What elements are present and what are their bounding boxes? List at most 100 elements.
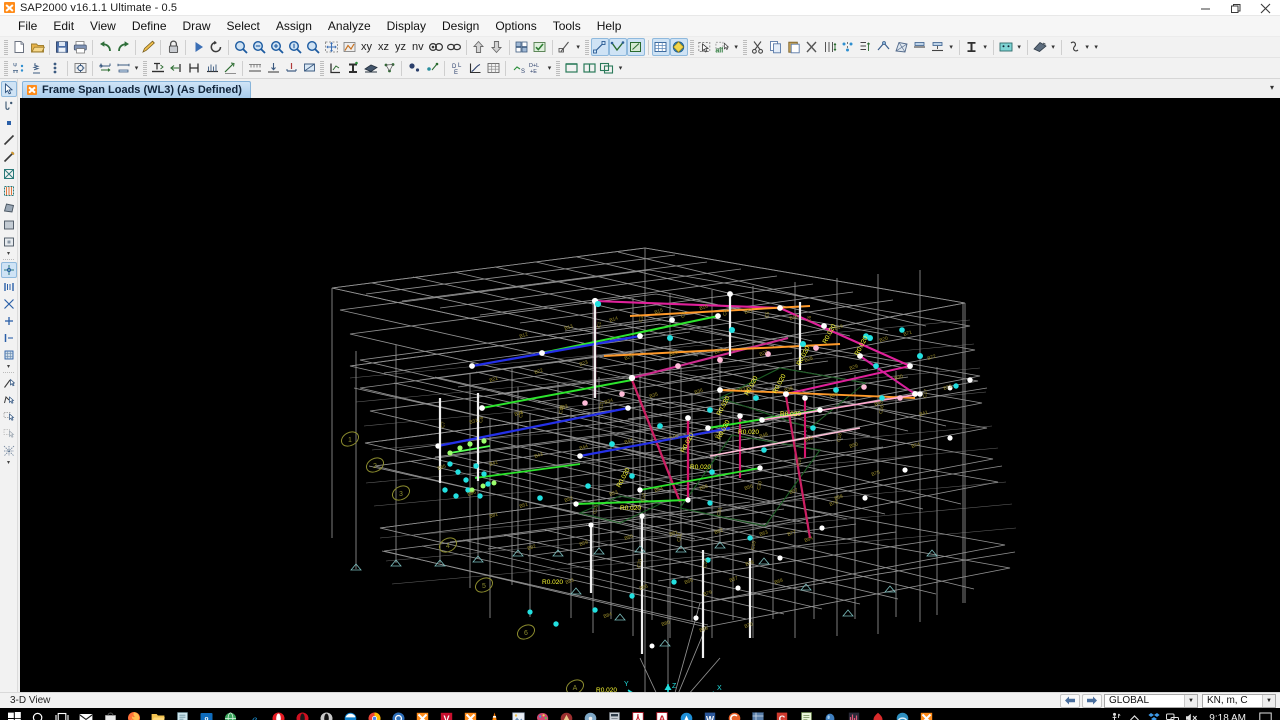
assign-frame-insertion-icon[interactable] xyxy=(167,59,185,77)
sap2000-running-icon[interactable] xyxy=(914,708,938,720)
previous-zoom-icon[interactable] xyxy=(268,38,286,56)
get-previous-selection-icon[interactable] xyxy=(1,443,17,459)
opera-gx-icon[interactable] xyxy=(290,708,314,720)
edge-icon[interactable] xyxy=(338,708,362,720)
menu-analyze[interactable]: Analyze xyxy=(320,17,379,36)
menu-file[interactable]: File xyxy=(10,17,45,36)
paste-icon[interactable] xyxy=(785,38,803,56)
select-all-icon[interactable]: all xyxy=(714,38,732,56)
mdi-restore-caret-icon[interactable]: ▾ xyxy=(1270,83,1274,92)
assign-frame-release-icon[interactable] xyxy=(96,59,114,77)
material-dropdown-caret-icon[interactable]: ▾ xyxy=(1049,38,1058,56)
coordinate-system-select[interactable]: GLOBAL ▼ xyxy=(1104,693,1198,708)
open-file-icon[interactable] xyxy=(28,38,46,56)
assign-frame-output-station-icon[interactable] xyxy=(203,59,221,77)
menu-assign[interactable]: Assign xyxy=(268,17,320,36)
select-using-intersecting-line-icon[interactable] xyxy=(1,375,17,391)
section-cut-dropdown-caret-icon[interactable]: ▾ xyxy=(574,38,583,56)
window-dropdown-caret-icon[interactable]: ▾ xyxy=(616,59,625,77)
delete-icon[interactable] xyxy=(803,38,821,56)
menu-view[interactable]: View xyxy=(82,17,124,36)
toolbar-grip[interactable] xyxy=(4,60,8,76)
accessibility-icon[interactable] xyxy=(1106,708,1125,720)
grid-app-icon[interactable] xyxy=(746,708,770,720)
draw-frame-cable-tendon-icon[interactable] xyxy=(1,132,17,148)
quick-draw-area-icon[interactable] xyxy=(1,234,17,250)
network-icon[interactable] xyxy=(1163,708,1182,720)
chevron-down-icon[interactable]: ▼ xyxy=(1262,694,1275,707)
section-cut-icon[interactable] xyxy=(556,38,574,56)
blue-drop-icon[interactable] xyxy=(818,708,842,720)
red-app-icon[interactable] xyxy=(866,708,890,720)
material-icon[interactable] xyxy=(1031,38,1049,56)
frame-section-dropdown-caret-icon[interactable]: ▾ xyxy=(981,38,990,56)
notepad-icon[interactable] xyxy=(794,708,818,720)
view-yz-label[interactable]: yz xyxy=(392,41,409,53)
load-pattern-dropdown-caret-icon[interactable]: ▾ xyxy=(1083,38,1092,56)
mail-icon[interactable] xyxy=(74,708,98,720)
refresh-window-icon[interactable] xyxy=(139,38,157,56)
toolbar-grip[interactable] xyxy=(689,39,694,55)
view-xy-label[interactable]: xy xyxy=(358,41,375,53)
show-loads-icon[interactable] xyxy=(344,59,362,77)
divide-frames-icon[interactable] xyxy=(875,38,893,56)
volume-muted-icon[interactable] xyxy=(1182,708,1201,720)
search-icon[interactable] xyxy=(26,708,50,720)
set-display-limits-icon[interactable] xyxy=(513,38,531,56)
assign-frame-local-axes-icon[interactable] xyxy=(185,59,203,77)
task-view-icon[interactable] xyxy=(50,708,74,720)
snap-to-midpoints-ends-icon[interactable] xyxy=(1,279,17,295)
design-concrete-icon[interactable]: D+L +E xyxy=(527,59,545,77)
quick-draw-braces-icon[interactable] xyxy=(1,166,17,182)
snap-to-joints-icon[interactable] xyxy=(0,262,17,278)
copy-icon[interactable] xyxy=(767,38,785,56)
assign-joint-spring-icon[interactable] xyxy=(28,59,46,77)
show-tables-icon[interactable] xyxy=(484,59,502,77)
menu-options[interactable]: Options xyxy=(487,17,544,36)
adobe-acrobat-icon[interactable]: A xyxy=(650,708,674,720)
paint-icon[interactable] xyxy=(530,708,554,720)
merge-points-icon[interactable] xyxy=(929,38,947,56)
uc-browser-icon[interactable] xyxy=(386,708,410,720)
assign-area-uniform-load-icon[interactable] xyxy=(246,59,264,77)
snap-dropdown-caret-icon[interactable]: ▾ xyxy=(7,364,10,370)
view-nv-label[interactable]: nv xyxy=(409,41,427,53)
lock-model-icon[interactable] xyxy=(164,38,182,56)
adobe-reader-icon[interactable]: 人 xyxy=(626,708,650,720)
menu-define[interactable]: Define xyxy=(124,17,175,36)
toolbar-grip[interactable] xyxy=(742,39,747,55)
draw-dropdown-caret-icon[interactable]: ▾ xyxy=(7,251,10,257)
assign-to-group-icon[interactable] xyxy=(531,38,549,56)
nav-back-button[interactable] xyxy=(1060,693,1080,708)
adobe-app-icon[interactable] xyxy=(674,708,698,720)
show-hidden-icons-icon[interactable] xyxy=(1125,708,1144,720)
select-all-objects-icon[interactable] xyxy=(1,409,17,425)
quick-draw-area-icon[interactable] xyxy=(626,38,645,56)
redo-icon[interactable] xyxy=(114,38,132,56)
area-section-icon[interactable] xyxy=(997,38,1015,56)
show-influence-lines-icon[interactable] xyxy=(423,59,441,77)
save-icon[interactable] xyxy=(53,38,71,56)
run-animation-icon[interactable] xyxy=(207,38,225,56)
area-section-dropdown-caret-icon[interactable]: ▾ xyxy=(1015,38,1024,56)
show-plot-function-icon[interactable] xyxy=(466,59,484,77)
load-pattern-icon[interactable] xyxy=(1065,38,1083,56)
etabs-icon[interactable]: V xyxy=(434,708,458,720)
browser-green-icon[interactable] xyxy=(218,708,242,720)
move-points-icon[interactable] xyxy=(839,38,857,56)
set-display-options-icon[interactable] xyxy=(340,38,358,56)
edit-grid-icon[interactable] xyxy=(857,38,875,56)
frame-assign-dropdown-caret-icon[interactable]: ▾ xyxy=(132,59,141,77)
nav-forward-button[interactable] xyxy=(1082,693,1102,708)
show-forces-shells-icon[interactable] xyxy=(405,59,423,77)
assign-frame-section-icon[interactable] xyxy=(149,59,167,77)
show-deformed-shape-icon[interactable] xyxy=(362,59,380,77)
chrome-icon[interactable] xyxy=(362,708,386,720)
assign-joint-pattern-icon[interactable] xyxy=(71,59,89,77)
edit-dropdown-caret-icon[interactable]: ▾ xyxy=(947,38,956,56)
restore-button[interactable] xyxy=(1220,0,1250,16)
run-analysis-icon[interactable] xyxy=(189,38,207,56)
pointer-select-icon[interactable] xyxy=(0,81,17,97)
select-dropdown-caret-icon[interactable]: ▾ xyxy=(732,38,741,56)
cascade-windows-icon[interactable] xyxy=(598,59,616,77)
